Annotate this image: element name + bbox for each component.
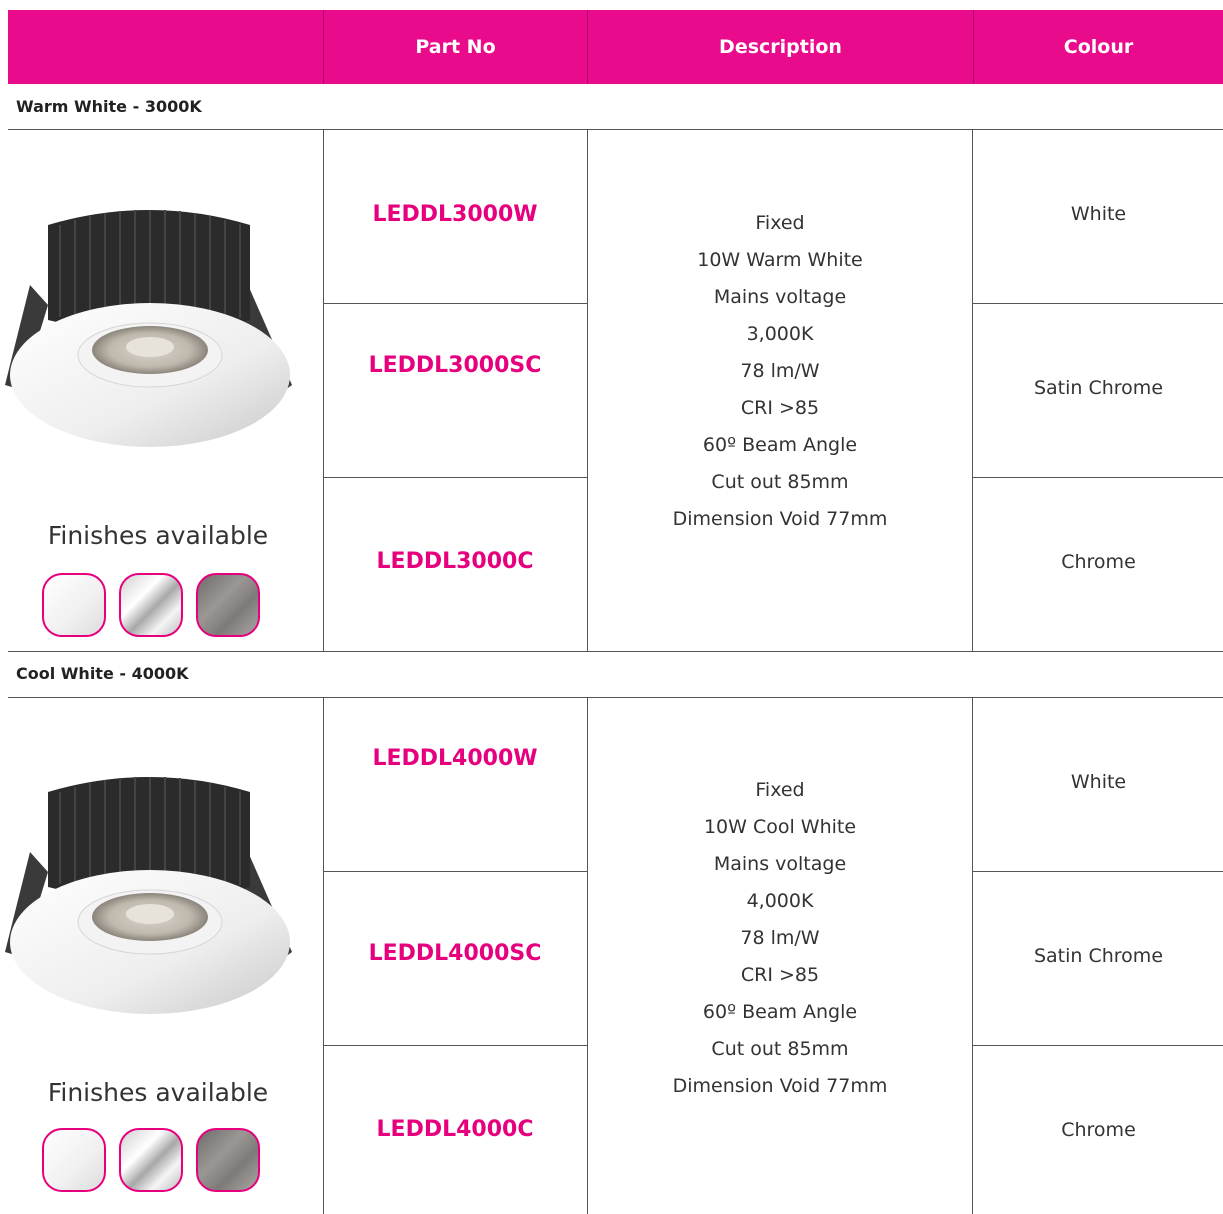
- column-divider: [972, 129, 973, 651]
- row-divider: [972, 871, 1223, 872]
- finish-swatch-satin-chrome: [196, 1128, 260, 1192]
- row-divider: [323, 303, 588, 304]
- row-divider: [972, 303, 1223, 304]
- description-line: 10W Warm White: [697, 249, 863, 271]
- finish-swatch-chrome: [119, 573, 183, 637]
- downlight-product-image: [5, 210, 292, 447]
- finish-swatch-white: [42, 1128, 106, 1192]
- part-number: LEDDL3000W: [372, 202, 538, 227]
- section-top-rule: [8, 129, 1223, 130]
- finishes-available-label: Finishes available: [47, 1078, 269, 1107]
- part-number: LEDDL4000W: [372, 746, 538, 771]
- header-colour: Colour: [1063, 36, 1134, 58]
- header-description: Description: [719, 36, 842, 58]
- colour-cell: White: [1070, 771, 1127, 793]
- downlight-product-image: [5, 777, 292, 1014]
- finish-swatch-white: [42, 573, 106, 637]
- description-line: Cut out 85mm: [711, 1038, 849, 1060]
- description-line: Fixed: [755, 779, 805, 801]
- description-line: 60º Beam Angle: [702, 1001, 858, 1023]
- description-cell: Fixed 10W Warm White Mains voltage 3,000…: [588, 205, 972, 538]
- description-line: 78 lm/W: [740, 360, 820, 382]
- section-title-warm-white: Warm White - 3000K: [16, 97, 202, 116]
- row-divider: [323, 477, 588, 478]
- header-blank-cell: [8, 10, 323, 84]
- colour-cell: Satin Chrome: [1033, 945, 1164, 967]
- description-line: Dimension Void 77mm: [672, 1075, 888, 1097]
- colour-cell: Chrome: [1061, 1119, 1136, 1141]
- description-line: 78 lm/W: [740, 927, 820, 949]
- section-top-rule: [8, 697, 1223, 698]
- finish-swatch-satin-chrome: [196, 573, 260, 637]
- row-divider: [323, 871, 588, 872]
- row-divider: [972, 1045, 1223, 1046]
- colour-cell: Satin Chrome: [1033, 377, 1164, 399]
- column-divider: [972, 697, 973, 1214]
- section-title-cool-white: Cool White - 4000K: [16, 664, 189, 683]
- description-line: 4,000K: [746, 890, 814, 912]
- table-header: Part No Description Colour: [8, 10, 1223, 84]
- header-part-no: Part No: [415, 36, 496, 58]
- section-top-rule: [8, 651, 1223, 652]
- row-divider: [323, 1045, 588, 1046]
- row-divider: [972, 477, 1223, 478]
- description-line: 60º Beam Angle: [702, 434, 858, 456]
- description-line: CRI >85: [740, 964, 820, 986]
- finish-swatch-chrome: [119, 1128, 183, 1192]
- description-line: 10W Cool White: [703, 816, 857, 838]
- part-number: LEDDL4000C: [376, 1117, 534, 1142]
- colour-cell: Chrome: [1061, 551, 1136, 573]
- description-line: CRI >85: [740, 397, 820, 419]
- description-line: Dimension Void 77mm: [672, 508, 888, 530]
- finishes-available-label: Finishes available: [47, 521, 269, 550]
- colour-cell: White: [1070, 203, 1127, 225]
- description-line: Mains voltage: [713, 286, 847, 308]
- description-line: Cut out 85mm: [711, 471, 849, 493]
- description-line: 3,000K: [746, 323, 814, 345]
- description-line: Fixed: [755, 212, 805, 234]
- description-line: Mains voltage: [713, 853, 847, 875]
- description-cell: Fixed 10W Cool White Mains voltage 4,000…: [588, 772, 972, 1105]
- part-number: LEDDL3000SC: [368, 353, 542, 378]
- part-number: LEDDL4000SC: [368, 941, 542, 966]
- part-number: LEDDL3000C: [376, 549, 534, 574]
